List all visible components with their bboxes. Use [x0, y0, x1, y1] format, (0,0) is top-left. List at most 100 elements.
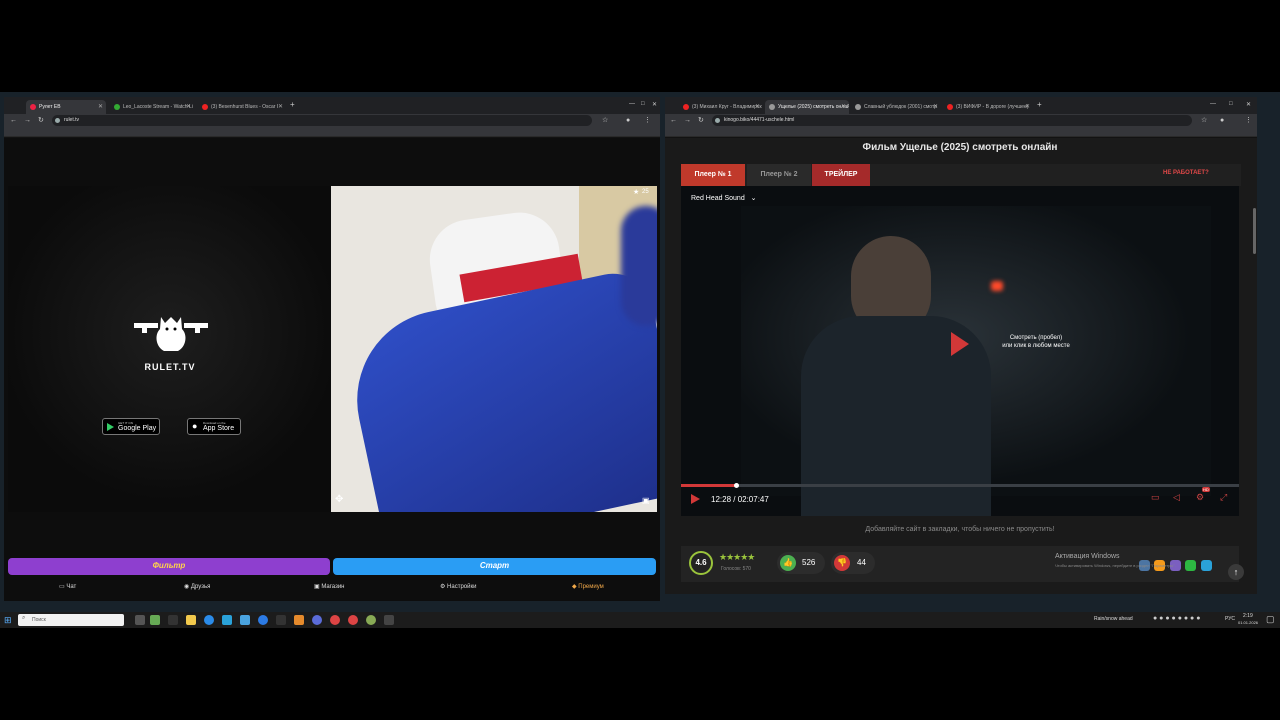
filter-button[interactable]: Фильтр — [8, 558, 330, 575]
language-indicator[interactable]: РУС — [1225, 616, 1235, 622]
browser-tab[interactable]: (3) Besenhurst Blues - Oscar I ✕ — [198, 100, 286, 114]
bookmark-item[interactable]: https://kwork.ru/ — [184, 134, 219, 136]
whatsapp-share-icon[interactable] — [1185, 560, 1197, 571]
progress-handle[interactable] — [733, 483, 739, 488]
app-icon-5[interactable] — [366, 615, 376, 625]
nav-item[interactable]: ▭ Чат — [59, 583, 76, 590]
bookmark-item[interactable]: https://www.tbms.c... — [275, 134, 319, 136]
like-button[interactable]: 👍 526 — [777, 552, 825, 574]
bookmark-item[interactable]: https://www.tbms.c... — [936, 134, 980, 136]
scroll-top-icon[interactable]: ↑ — [1228, 564, 1244, 580]
nav-item[interactable]: ⚙ Настройки — [440, 583, 476, 590]
close-window-button[interactable]: ✕ — [1246, 101, 1251, 108]
reload-icon[interactable]: ↻ — [698, 116, 704, 125]
reconnect-icon[interactable]: ✥ — [335, 494, 343, 505]
bookmark-star-icon[interactable]: ☆ — [1201, 116, 1207, 125]
bookmark-item[interactable]: https://mail.ru/ (1) — [671, 134, 709, 136]
tab-close-icon[interactable]: ✕ — [1025, 100, 1030, 114]
bookmark-item[interactable]: https://mail.ru/ (1) — [10, 134, 48, 136]
menu-icon[interactable]: ⋮ — [644, 116, 651, 125]
mail-icon[interactable] — [240, 615, 250, 625]
page-scrollbar[interactable] — [1253, 208, 1256, 254]
player-tab[interactable]: Плеер № 1 — [681, 164, 745, 186]
browser-tab[interactable]: (3) Михаил Круг - Владимирск ✕ — [679, 100, 763, 114]
telegram-share-icon[interactable] — [1200, 560, 1212, 571]
bookmark-item[interactable]: https://lenkl.ru/ (1) — [139, 134, 178, 136]
bookmark-item[interactable]: https://www.youtub... — [886, 134, 930, 136]
minimize-button[interactable]: — — [629, 101, 635, 107]
new-tab-button[interactable]: + — [290, 100, 295, 109]
app-icon-3[interactable] — [294, 615, 304, 625]
nav-item[interactable]: ▣ Магазин — [314, 583, 345, 590]
pip-icon[interactable]: ▭ — [1151, 492, 1160, 503]
new-tab-button[interactable]: + — [1037, 100, 1042, 109]
nav-item[interactable]: ◉ Друзья — [184, 583, 210, 590]
tray-icons[interactable]: ● ● ● ● ● ● ● ● — [1153, 615, 1200, 622]
tab-close-icon[interactable]: ✕ — [755, 100, 760, 114]
profile-icon[interactable]: ● — [1220, 116, 1224, 125]
not-working-link[interactable]: НЕ РАБОТАЕТ? — [1163, 170, 1209, 176]
app-icon-4[interactable] — [312, 615, 322, 625]
clock-date[interactable]: 01.01.2026 — [1238, 620, 1258, 625]
site-info-icon[interactable] — [55, 118, 60, 123]
url-field[interactable]: rulet.tv — [52, 115, 592, 126]
bookmark-item[interactable]: https://app.restrea... — [375, 134, 418, 136]
browser-tab[interactable]: Ущелье (2025) смотреть онлай ✕ — [765, 100, 849, 114]
bookmark-item[interactable]: https://www.youtub... — [225, 134, 269, 136]
clock-time[interactable]: 2:19 — [1243, 613, 1253, 619]
menu-icon[interactable]: ⋮ — [1245, 116, 1252, 125]
maximize-button[interactable]: □ — [1229, 101, 1233, 107]
minimize-button[interactable]: — — [1210, 101, 1216, 107]
app-icon-2[interactable] — [276, 615, 286, 625]
play-button-icon[interactable] — [691, 494, 700, 504]
volume-icon[interactable]: ◁ — [1173, 492, 1180, 503]
chrome-icon-1[interactable] — [330, 615, 340, 625]
dislike-button[interactable]: 👎 44 — [831, 552, 875, 574]
tab-close-icon[interactable]: ✕ — [278, 100, 283, 114]
bookmark-star-icon[interactable]: ☆ — [602, 116, 608, 125]
bookmark-item[interactable]: https://lenkl.ru/ (1) — [800, 134, 839, 136]
chrome-icon-2[interactable] — [348, 615, 358, 625]
bookmark-item[interactable]: https://ok.ru/ — [765, 134, 794, 136]
app-store-badge[interactable]: ● Download on the App Store — [187, 418, 241, 435]
explorer-icon[interactable] — [186, 615, 196, 625]
browser-tab[interactable]: Рулет ЕВ ✕ — [26, 100, 106, 114]
site-info-icon[interactable] — [715, 118, 720, 123]
start-button[interactable]: Старт — [333, 558, 656, 575]
bookmark-item[interactable]: https://app.restrea... — [1036, 134, 1079, 136]
close-window-button[interactable]: ✕ — [652, 101, 657, 108]
tab-close-icon[interactable]: ✕ — [933, 100, 938, 114]
bookmark-item[interactable]: https://kick.com/leo... — [325, 134, 369, 136]
weather-widget[interactable]: Rain/snow ahead — [1094, 616, 1133, 622]
taskbar-search[interactable]: ⌕ Поиск — [18, 614, 124, 626]
back-icon[interactable]: ← — [10, 116, 17, 125]
progress-track[interactable] — [681, 483, 1239, 488]
tab-close-icon[interactable]: ✕ — [186, 100, 191, 114]
bookmark-item[interactable]: https://kwork.ru/ — [845, 134, 880, 136]
browser-tab[interactable]: (3) ВИФИР - В дороге (лучшее) ✕ — [943, 100, 1033, 114]
player-tab[interactable]: ТРЕЙЛЕР — [812, 164, 870, 186]
edge-icon[interactable] — [204, 615, 214, 625]
terminal-icon[interactable] — [168, 615, 178, 625]
player-tab[interactable]: Плеер № 2 — [747, 164, 811, 186]
notification-icon[interactable]: ▢ — [1266, 614, 1275, 625]
url-field[interactable]: kinogo.biko/44471-uschele.html — [712, 115, 1192, 126]
settings-gear-icon[interactable]: ⚙ — [1196, 492, 1204, 503]
nav-item[interactable]: ◆ Премиум — [572, 583, 604, 590]
app-icon-6[interactable] — [384, 615, 394, 625]
tab-close-icon[interactable]: ✕ — [841, 100, 846, 114]
forward-icon[interactable]: → — [24, 116, 31, 125]
fullscreen-icon[interactable]: ⤢ — [1220, 492, 1227, 503]
copilot-icon[interactable] — [150, 615, 160, 625]
bookmark-item[interactable]: https://kick.com/leo... — [986, 134, 1030, 136]
bookmark-item[interactable]: https://ok.ru/ — [104, 134, 133, 136]
maximize-button[interactable]: □ — [641, 101, 645, 107]
rating-stars-icon[interactable]: ★★★★★ — [719, 552, 755, 563]
forward-icon[interactable]: → — [684, 116, 691, 125]
bookmark-item[interactable]: https://stemo.mol... — [424, 134, 465, 136]
audio-track-select[interactable]: Red Head Sound ⌄ — [691, 194, 757, 202]
bookmark-item[interactable]: https://vk.com/id19... — [715, 134, 759, 136]
google-play-badge[interactable]: GET IT ON Google Play — [102, 418, 160, 435]
big-play-icon[interactable] — [951, 332, 969, 356]
windows-start-icon[interactable]: ⊞ — [4, 615, 12, 626]
